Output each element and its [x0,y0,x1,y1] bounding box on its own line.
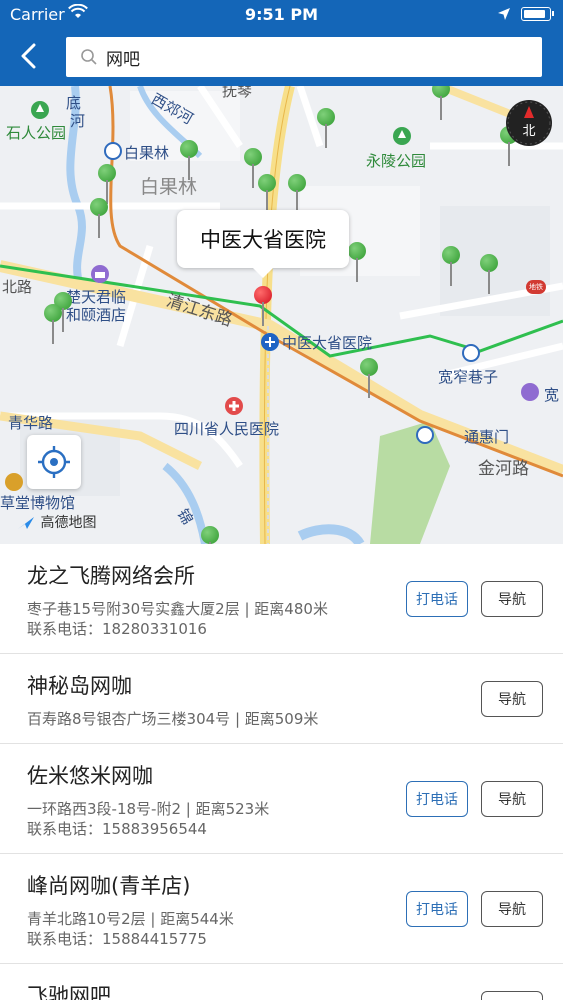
amap-logo-icon [18,517,34,529]
map-pin[interactable] [348,242,366,282]
battery-fill [524,10,545,18]
map-pin[interactable] [180,140,198,180]
back-button[interactable] [10,36,46,76]
result-phone: 联系电话：15884415775 [27,930,207,948]
chevron-left-icon [21,43,36,69]
map-pin[interactable] [432,86,450,120]
map-label-qinghua-road: 青华路 [8,414,54,432]
amap-logo-text: 高德地图 [40,515,97,531]
selected-map-pin[interactable] [254,286,272,326]
entertainment-icon [521,383,539,401]
amap-logo: 高德地图 [16,512,96,532]
result-address: 枣子巷15号附30号实鑫大厦2层 | 距离480米 [27,600,328,618]
map-label-baiguolin-station: 白果林 [124,144,170,162]
result-name: 峰尚网咖(青羊店) [27,874,191,898]
result-list[interactable]: 龙之飞腾网络会所 枣子巷15号附30号实鑫大厦2层 | 距离480米 联系电话：… [0,544,563,1000]
search-input[interactable] [106,37,526,77]
map-pin[interactable] [480,254,498,294]
map-view[interactable]: 石人公园 白果林 白果林 永陵公园 楚天君临 和颐酒店 清江东路 中医大省医院 … [0,86,563,544]
battery-icon [521,7,554,21]
list-item[interactable]: 峰尚网咖(青羊店) 青羊北路10号2层 | 距离544米 联系电话：158844… [0,854,563,964]
list-item[interactable]: 飞驰网吧 导航 [0,964,563,1000]
navigate-button[interactable]: 导航 [481,991,543,1000]
result-address: 百寿路8号银杏广场三楼304号 | 距离509米 [27,710,319,728]
list-item[interactable]: 龙之飞腾网络会所 枣子巷15号附30号实鑫大厦2层 | 距离480米 联系电话：… [0,544,563,654]
hospital-icon [225,397,243,415]
navigate-button[interactable]: 导航 [481,681,543,717]
call-button[interactable]: 打电话 [406,891,468,927]
map-pin[interactable] [44,304,62,344]
map-label-shiren-park: 石人公园 [6,124,67,142]
result-address: 青羊北路10号2层 | 距离544米 [27,910,234,928]
list-item[interactable]: 佐米悠米网咖 一环路西3段-18号-附2 | 距离523米 联系电话：15883… [0,744,563,854]
map-label-kuanzhai-alley: 宽窄巷子 [438,368,499,386]
location-arrow-icon [497,6,511,25]
map-label-tonghui-gate: 通惠门 [464,428,510,446]
result-name: 龙之飞腾网络会所 [27,564,195,588]
map-callout[interactable]: 中医大省医院 [177,210,349,278]
nav-bar [0,30,563,86]
map-label-north-road: 北路 [2,278,33,296]
result-name: 飞驰网吧 [27,984,111,1000]
metro-station-icon [462,344,480,362]
result-name: 佐米悠米网咖 [27,764,153,788]
crosshair-icon [38,446,70,478]
map-pin[interactable] [442,246,460,286]
map-label-jinhe-road: 金河路 [478,459,529,479]
result-phone: 联系电话：18280331016 [27,620,207,638]
map-pin[interactable] [201,526,219,544]
navigate-button[interactable]: 导航 [481,581,543,617]
metro-station-icon [261,333,279,351]
metro-station-icon [416,426,434,444]
metro-badge-icon: 地铁 [526,280,546,294]
map-label-tcm-hospital-station: 中医大省医院 [282,334,373,352]
map-pin[interactable] [90,198,108,238]
metro-station-icon [104,142,122,160]
map-pin[interactable] [317,108,335,148]
park-icon [393,127,411,145]
park-icon [31,101,49,119]
compass-button[interactable]: 北 [506,100,552,146]
compass-label: 北 [522,123,536,139]
map-pin[interactable] [288,174,306,214]
list-item[interactable]: 神秘岛网咖 百寿路8号银杏广场三楼304号 | 距离509米 导航 [0,654,563,744]
map-pin[interactable] [258,174,276,214]
locate-me-button[interactable] [27,435,81,489]
result-address: 一环路西3段-18号-附2 | 距离523米 [27,800,270,818]
search-icon [80,48,98,70]
result-phone: 联系电话：15883956544 [27,820,207,838]
museum-icon [5,473,23,491]
status-bar: Carrier 9:51 PM [0,0,563,30]
navigate-button[interactable]: 导航 [481,891,543,927]
call-button[interactable]: 打电话 [406,581,468,617]
search-box[interactable] [66,37,542,77]
map-label-kuan: 宽 [544,386,560,404]
hotel-icon [91,265,109,283]
map-label-di-river: 河 [70,112,86,130]
call-button[interactable]: 打电话 [406,781,468,817]
map-label-caotang-museum: 草堂博物馆 [0,494,76,512]
map-pin[interactable] [360,358,378,398]
map-label-yongling-park: 永陵公园 [366,152,427,170]
navigate-button[interactable]: 导航 [481,781,543,817]
clock: 9:51 PM [244,5,318,24]
map-label-fuqin: 抚琴 [222,86,253,100]
result-name: 神秘岛网咖 [27,674,132,698]
map-label-chutian-hotel-line2: 和颐酒店 [66,306,127,324]
map-label-sichuan-hospital: 四川省人民医院 [174,420,280,438]
